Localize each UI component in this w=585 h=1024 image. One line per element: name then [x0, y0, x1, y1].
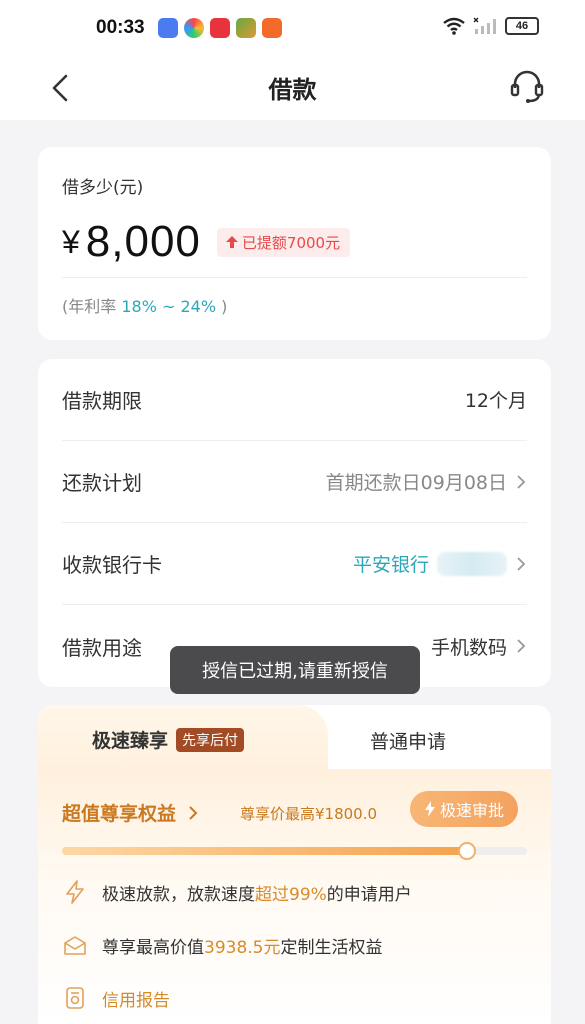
loan-purpose-value: 手机数码 [430, 636, 507, 659]
chevron-right-icon [517, 474, 526, 489]
tab-normal[interactable]: 普通申请 [370, 727, 446, 754]
repayment-plan-label: 还款计划 [62, 471, 142, 495]
divider [62, 277, 527, 278]
masked-card-number [437, 551, 507, 576]
customer-service-icon[interactable] [507, 66, 547, 106]
pinwheel-app-icon [184, 18, 204, 38]
bank-card-row[interactable]: 收款银行卡 平安银行 [62, 523, 527, 605]
arrow-up-icon [225, 236, 238, 248]
loan-term-row[interactable]: 借款期限 12个月 [62, 359, 527, 441]
repayment-plan-value: 首期还款日09月08日 [325, 472, 507, 494]
loan-amount-card: 借多少(元) ¥ 8,000 已提额7000元 (年利率 18% ~ 24% ) [38, 147, 551, 340]
benefit-item-text: 极速放款，放款速度超过99%的申请用户 [102, 884, 412, 905]
vip-benefits-link[interactable]: 超值尊享权益 [62, 799, 199, 826]
loan-term-label: 借款期限 [62, 389, 142, 413]
vip-price: 尊享价最高¥1800.0 [240, 805, 378, 823]
system-status: 46 [443, 17, 539, 35]
pay-later-badge: 先享后付 [176, 727, 245, 752]
lightning-outline-icon [66, 880, 84, 904]
tab-fast[interactable]: 极速臻享 先享后付 [92, 726, 245, 753]
benefit-progress-track [62, 842, 527, 860]
loan-purpose-label: 借款用途 [62, 635, 142, 660]
benefit-panel: 超值尊享权益 尊享价最高¥1800.0 极速审批 极速放款，放款速度超过99%的… [38, 769, 551, 1024]
notification-icons [158, 18, 282, 38]
amount-label: 借多少(元) [62, 178, 144, 198]
fast-approval-label: 极速审批 [440, 801, 505, 820]
chevron-right-icon [188, 806, 198, 820]
bank-card-label: 收款银行卡 [62, 553, 162, 577]
vip-benefits-title: 超值尊享权益 [62, 803, 177, 825]
loan-term-value: 12个月 [464, 390, 527, 412]
credit-expired-toast: 授信已过期,请重新授信 [170, 646, 420, 694]
currency-symbol: ¥ [62, 223, 80, 260]
red-app-icon [210, 18, 230, 38]
status-bar: 00:33 46 [0, 0, 585, 58]
game-app-icon [236, 18, 256, 38]
credit-report-label: 信用报告 [102, 990, 170, 1011]
wifi-icon [443, 17, 465, 35]
loan-detail-card: 借款期限 12个月 还款计划 首期还款日09月08日 收款银行卡 平安银行 借款… [38, 359, 551, 687]
orange-app-icon [262, 18, 282, 38]
benefit-progress-knob[interactable] [457, 842, 476, 860]
chevron-right-icon [517, 639, 526, 653]
fast-approval-button[interactable]: 极速审批 [410, 791, 519, 827]
annual-rate: (年利率 18% ~ 24% ) [62, 293, 227, 317]
benefit-progress-fill [62, 847, 467, 855]
benefit-item-life-rights: 尊享最高价值3938.5元定制生活权益 [62, 932, 382, 958]
battery-icon: 46 [505, 17, 539, 35]
loan-purpose-value-wrap: 手机数码 [431, 633, 527, 660]
nav-bar: 借款 [0, 58, 585, 120]
signal-icon [473, 17, 496, 34]
amount-value[interactable]: 8,000 [86, 217, 201, 267]
raise-badge: 已提额7000元 [216, 227, 351, 257]
status-time: 00:33 [96, 17, 145, 38]
bank-card-value-wrap: 平安银行 [353, 550, 527, 577]
tab-fast-label: 极速臻享 [92, 730, 169, 752]
chevron-right-icon [517, 556, 526, 571]
lightning-icon [425, 801, 435, 817]
rate-prefix: (年利率 [62, 297, 122, 316]
amount-row[interactable]: ¥ 8,000 已提额7000元 [62, 217, 351, 267]
contacts-app-icon [158, 18, 178, 38]
rate-value: 18% ~ 24% [121, 297, 217, 316]
page-title: 借款 [268, 76, 317, 104]
report-document-icon [66, 987, 84, 1009]
credit-report-link[interactable]: 信用报告 [62, 985, 170, 1011]
rate-suffix: ) [216, 297, 228, 316]
bank-card-value: 平安银行 [352, 554, 429, 576]
gift-box-icon [64, 936, 86, 955]
raise-badge-text: 已提额7000元 [241, 233, 341, 252]
application-type-card: 极速臻享 先享后付 普通申请 超值尊享权益 尊享价最高¥1800.0 极速审批 … [38, 705, 551, 1024]
repayment-plan-row[interactable]: 还款计划 首期还款日09月08日 [62, 441, 527, 523]
benefit-item-fast-loan: 极速放款，放款速度超过99%的申请用户 [62, 879, 412, 905]
repayment-plan-value-wrap: 首期还款日09月08日 [326, 468, 527, 495]
benefit-item-text: 尊享最高价值3938.5元定制生活权益 [102, 937, 383, 958]
